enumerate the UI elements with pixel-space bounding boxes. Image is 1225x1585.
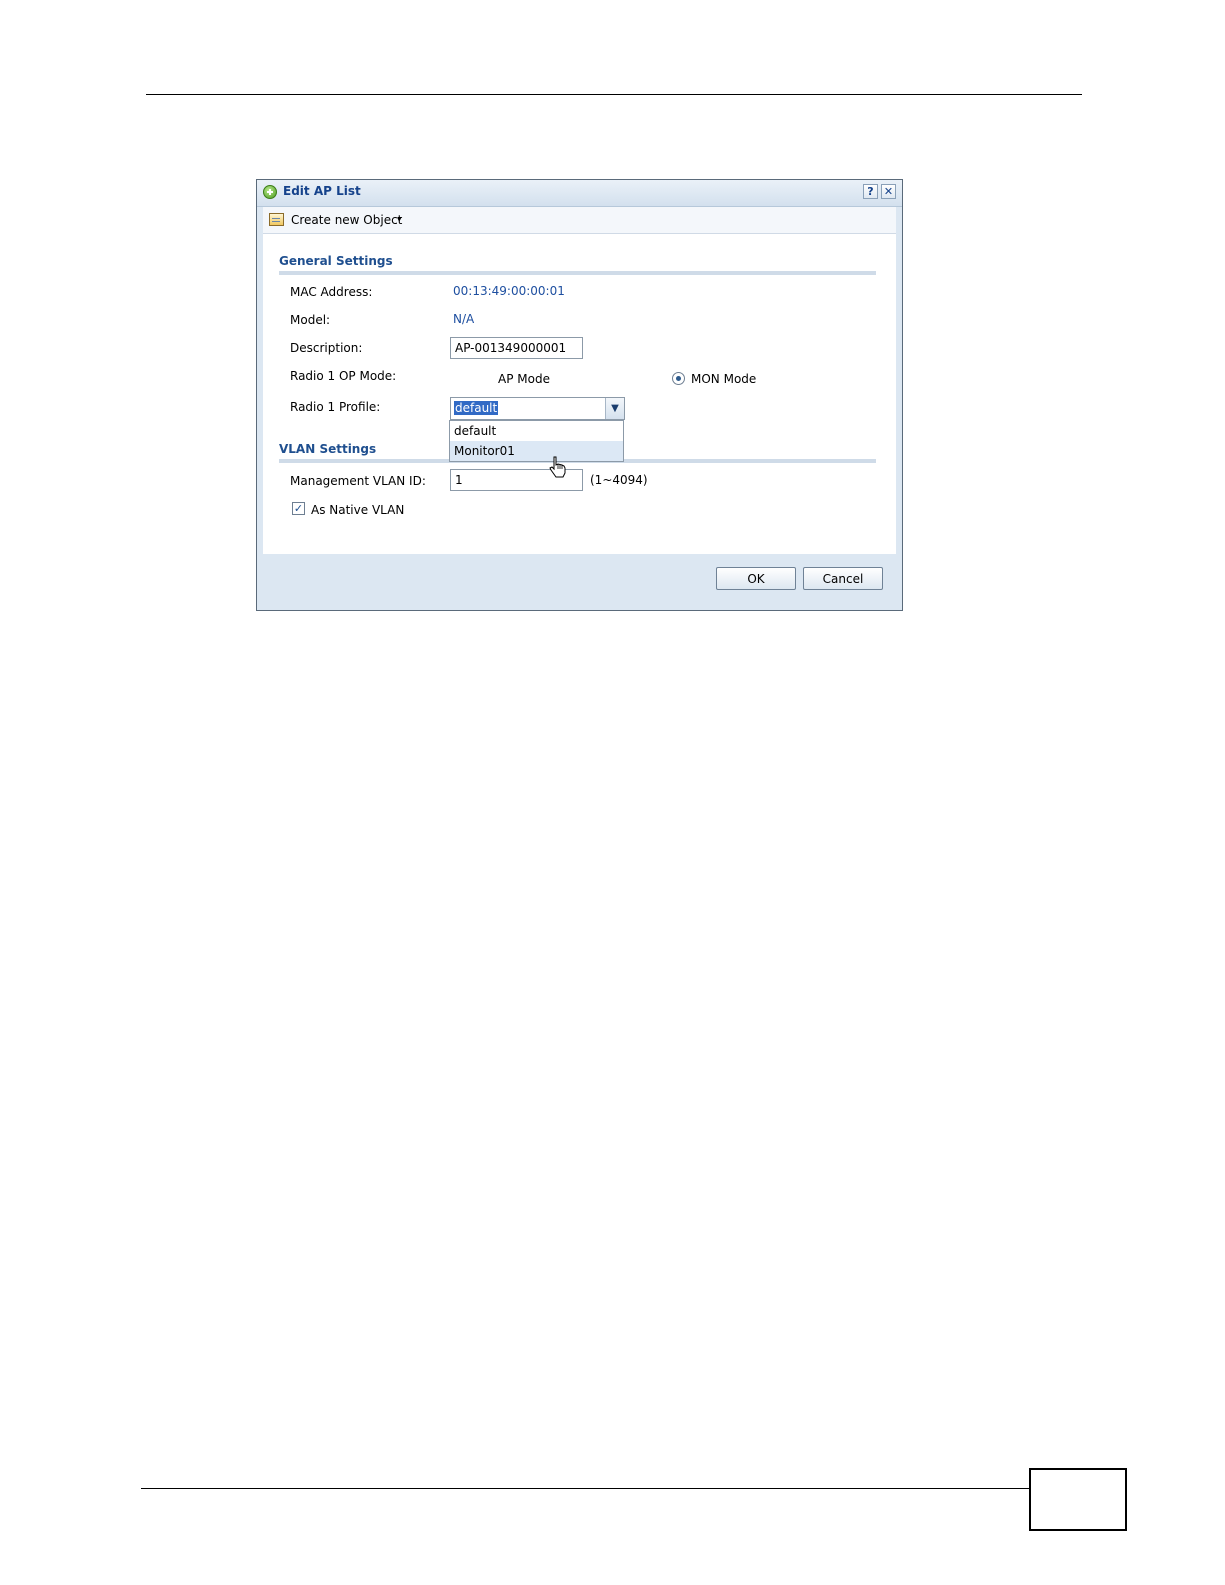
hand-pointer-icon [549,456,566,478]
mgmt-vlan-label: Management VLAN ID: [290,474,426,488]
radio-profile-label: Radio 1 Profile: [290,400,381,414]
mon-mode-label[interactable]: MON Mode [691,372,756,386]
dialog-content: General Settings MAC Address: 00:13:49:0… [263,234,896,554]
profile-dropdown-list: default Monitor01 [449,420,624,462]
chevron-down-icon[interactable]: ▾ [397,215,402,225]
ap-mode-label[interactable]: AP Mode [498,372,550,386]
page-number-box [1029,1468,1127,1531]
vlan-settings-heading: VLAN Settings [279,442,377,456]
cancel-button[interactable]: Cancel [803,567,883,590]
profile-option-monitor01[interactable]: Monitor01 [450,441,623,461]
mac-address-label: MAC Address: [290,285,373,299]
help-icon[interactable]: ? [863,184,878,199]
dialog-footer: OK Cancel [263,558,896,604]
dialog-toolbar: Create new Object ▾ [263,207,896,234]
ok-button[interactable]: OK [716,567,796,590]
dialog-title: Edit AP List [283,184,361,198]
model-value: N/A [453,312,475,326]
dialog-titlebar: Edit AP List ? ✕ [257,180,902,207]
selected-profile: default [454,401,499,415]
radio-profile-select[interactable]: default ▼ [450,397,625,420]
close-icon[interactable]: ✕ [881,184,896,199]
create-new-object-menu[interactable]: Create new Object [291,213,402,227]
profile-option-default[interactable]: default [450,421,623,441]
op-mode-label: Radio 1 OP Mode: [290,369,397,383]
page-rule-top [146,94,1082,95]
edit-ap-list-dialog: Edit AP List ? ✕ Create new Object ▾ Gen… [256,179,903,611]
description-label: Description: [290,341,363,355]
add-circle-icon [263,185,277,199]
mac-address-value: 00:13:49:00:00:01 [453,284,565,298]
model-label: Model: [290,313,331,327]
object-list-icon[interactable] [269,213,284,226]
description-input[interactable] [450,337,583,359]
native-vlan-checkbox[interactable]: ✓ [292,502,305,515]
mon-mode-radio[interactable] [672,372,685,385]
chevron-down-icon[interactable]: ▼ [605,398,624,419]
section-divider [279,271,876,275]
general-settings-heading: General Settings [279,254,393,268]
native-vlan-label: As Native VLAN [311,503,405,517]
page-rule-bottom [141,1488,1029,1489]
mgmt-vlan-range: (1~4094) [590,473,648,487]
